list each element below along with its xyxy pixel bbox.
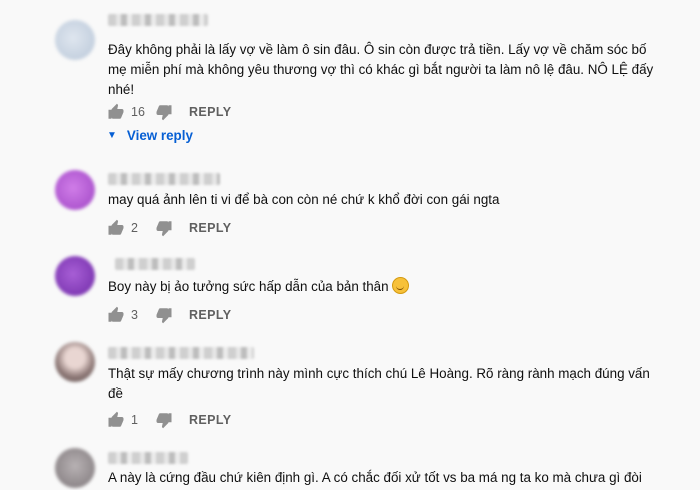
avatar[interactable] bbox=[55, 448, 95, 488]
like-icon[interactable] bbox=[107, 306, 125, 324]
like-count: 1 bbox=[131, 413, 138, 427]
reply-button[interactable]: REPLY bbox=[189, 413, 232, 427]
author-name[interactable] bbox=[108, 452, 188, 464]
rolling-on-floor-laughing-emoji-icon bbox=[391, 277, 409, 294]
avatar[interactable] bbox=[55, 20, 95, 60]
dislike-icon[interactable] bbox=[155, 411, 173, 429]
comment-actions: 16 REPLY bbox=[107, 102, 232, 122]
comment-text: A này là cứng đầu chứ kiên định gì. A có… bbox=[108, 470, 642, 485]
author-name[interactable] bbox=[108, 173, 220, 185]
like-count: 2 bbox=[131, 221, 138, 235]
comment-actions: 2 REPLY bbox=[107, 218, 232, 238]
dislike-icon[interactable] bbox=[155, 306, 173, 324]
comment-actions: 1 REPLY bbox=[107, 410, 232, 430]
author-name[interactable] bbox=[115, 258, 195, 270]
view-reply-button[interactable]: ▼ View reply bbox=[107, 128, 193, 143]
author-name[interactable] bbox=[108, 347, 254, 359]
dislike-icon[interactable] bbox=[155, 219, 173, 237]
dislike-icon[interactable] bbox=[155, 103, 173, 121]
comment-text: Đây không phải là lấy vợ về làm ô sin đâ… bbox=[108, 42, 654, 97]
caret-down-icon: ▼ bbox=[107, 130, 117, 141]
avatar[interactable] bbox=[55, 342, 95, 382]
like-icon[interactable] bbox=[107, 103, 125, 121]
comment-text: Boy này bị ảo tưởng sức hấp dẫn của bản … bbox=[108, 277, 668, 297]
reply-button[interactable]: REPLY bbox=[189, 308, 232, 322]
like-count: 16 bbox=[131, 105, 145, 119]
comment-text: may quá ảnh lên ti vi để bà con còn né c… bbox=[108, 192, 500, 207]
avatar[interactable] bbox=[55, 256, 95, 296]
like-icon[interactable] bbox=[107, 219, 125, 237]
view-reply-label: View reply bbox=[126, 128, 193, 143]
comment-text-content: Boy này bị ảo tưởng sức hấp dẫn của bản … bbox=[108, 279, 389, 294]
avatar[interactable] bbox=[55, 170, 95, 210]
like-count: 3 bbox=[131, 308, 138, 322]
comment-text: Thật sự mấy chương trình này mình cực th… bbox=[108, 366, 650, 401]
author-name[interactable] bbox=[108, 14, 208, 26]
reply-button[interactable]: REPLY bbox=[189, 105, 232, 119]
like-icon[interactable] bbox=[107, 411, 125, 429]
reply-button[interactable]: REPLY bbox=[189, 221, 232, 235]
comment-actions: 3 REPLY bbox=[107, 305, 232, 325]
